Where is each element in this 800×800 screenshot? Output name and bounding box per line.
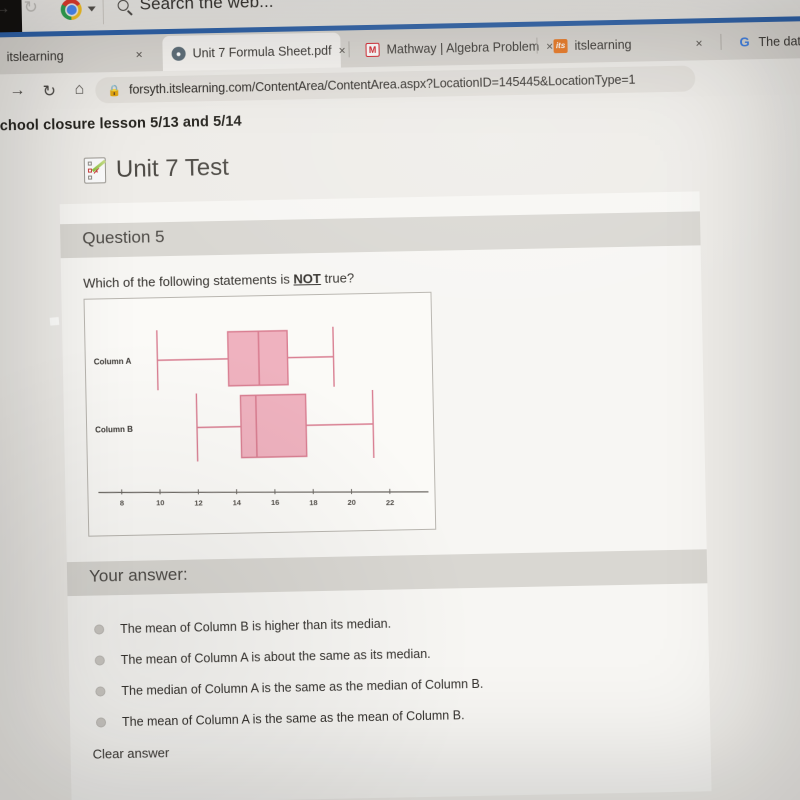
tab-label: Unit 7 Formula Sheet.pdf xyxy=(192,43,332,61)
page-title-row: ✗ Unit 7 Test xyxy=(83,153,230,185)
home-icon[interactable]: ⌂ xyxy=(69,81,89,99)
box-plot-series-1 xyxy=(156,326,335,391)
x-tick-label: 8 xyxy=(120,498,124,507)
chevron-down-icon[interactable] xyxy=(87,6,96,12)
search-icon xyxy=(117,0,129,11)
tab-unit-7-formula-sheet[interactable]: ● Unit 7 Formula Sheet.pdf × xyxy=(162,32,346,72)
box-plot-svg: 8 10 12 14 16 18 20 22 Column A Column B xyxy=(94,326,429,507)
address-bar-url: forsyth.itslearning.com/ContentArea/Cont… xyxy=(128,72,636,97)
option-label: The mean of Column A is about the same a… xyxy=(120,646,431,667)
question-text-emphasis: NOT xyxy=(293,270,322,287)
x-axis xyxy=(98,491,429,494)
tab-label: Mathway | Algebra Problem xyxy=(386,39,540,57)
divider xyxy=(348,41,350,58)
radio-button[interactable] xyxy=(94,654,105,666)
tab-label: The data to xyxy=(758,33,800,49)
tab-itslearning-2[interactable]: its itslearning × xyxy=(544,25,713,63)
question-text-before: Which of the following statements is xyxy=(83,271,294,291)
forward-icon[interactable]: → xyxy=(7,82,27,100)
category-label: Column A xyxy=(94,357,132,367)
radio-button[interactable] xyxy=(95,716,107,728)
box xyxy=(239,393,308,459)
tab-itslearning-1[interactable]: its itslearning × xyxy=(0,36,153,75)
close-icon[interactable]: × xyxy=(695,36,702,50)
breadcrumb[interactable]: School closure lesson 5/13 and 5/14 xyxy=(0,114,242,135)
its-icon: its xyxy=(553,38,568,53)
x-tick-label: 14 xyxy=(233,498,242,507)
whisker-cap-max xyxy=(371,389,375,458)
x-tick-label: 20 xyxy=(347,498,356,507)
option-label: The mean of Column A is the same as the … xyxy=(121,707,465,729)
whisker-cap-min xyxy=(156,330,159,391)
x-tick-label: 18 xyxy=(309,498,318,507)
category-label: Column B xyxy=(95,425,133,435)
clear-answer-link[interactable]: Clear answer xyxy=(93,745,170,762)
photo-of-screen: → ↻ Search the web... its itslearning × … xyxy=(0,0,800,800)
question-label: Question 5 xyxy=(82,227,165,248)
page-title: Unit 7 Test xyxy=(115,153,230,184)
chrome-logo-icon[interactable] xyxy=(60,0,82,21)
ghost-forward-icon: → xyxy=(0,0,11,18)
lock-icon: 🔒 xyxy=(107,84,122,97)
whisker-cap-min xyxy=(195,393,199,462)
box-plot-series-2 xyxy=(195,389,375,462)
tab-label: itslearning xyxy=(6,48,64,64)
x-tick-label: 16 xyxy=(271,498,280,507)
tab-mathway[interactable]: M Mathway | Algebra Problem × xyxy=(356,29,553,67)
x-tick-label: 12 xyxy=(194,498,203,507)
close-icon[interactable]: × xyxy=(338,43,345,57)
reload-icon[interactable]: ↻ xyxy=(39,81,59,101)
whisker-cap-max xyxy=(332,326,335,387)
x-tick-label: 10 xyxy=(156,498,165,507)
page-content: School closure lesson 5/13 and 5/14 ✗ Un… xyxy=(0,93,800,800)
answer-options: The mean of Column B is higher than its … xyxy=(90,602,692,738)
question-text: Which of the following statements is NOT… xyxy=(83,270,354,290)
radio-button[interactable] xyxy=(94,623,105,635)
option-label: The median of Column A is the same as th… xyxy=(121,676,484,698)
divider xyxy=(720,33,722,50)
glare-speck xyxy=(49,316,60,326)
answer-label: Your answer: xyxy=(88,564,188,586)
divider xyxy=(102,0,105,25)
mathway-icon: M xyxy=(365,42,380,57)
google-icon: G xyxy=(739,34,750,50)
tab-google-search[interactable]: G The data to xyxy=(728,23,800,60)
question-card: Question 5 Which of the following statem… xyxy=(59,191,712,800)
tab-label: itslearning xyxy=(574,37,632,53)
box-plot-chart: 8 10 12 14 16 18 20 22 Column A Column B xyxy=(83,291,437,537)
pdf-icon: ● xyxy=(171,46,186,61)
ghost-reload-icon: ↻ xyxy=(23,0,39,17)
web-search-input[interactable]: Search the web... xyxy=(139,0,273,15)
x-tick-label: 22 xyxy=(386,498,395,507)
question-text-after: true? xyxy=(320,270,355,286)
option-label: The mean of Column B is higher than its … xyxy=(120,616,392,636)
close-icon[interactable]: × xyxy=(135,47,142,61)
radio-button[interactable] xyxy=(95,685,106,697)
median-line xyxy=(257,331,261,386)
quiz-document-icon: ✗ xyxy=(83,157,107,184)
browser-window: → ↻ Search the web... its itslearning × … xyxy=(0,0,800,800)
